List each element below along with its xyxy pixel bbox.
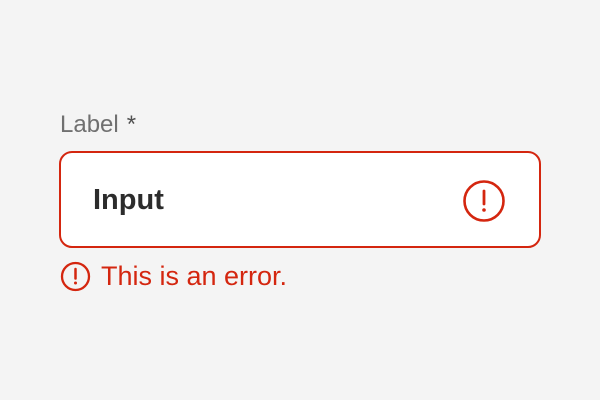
text-input[interactable]: Input [59, 151, 541, 248]
error-message-icon-graphic [60, 261, 91, 291]
error-circle-icon [60, 261, 91, 292]
error-message-row: This is an error. [60, 260, 287, 292]
error-circle-icon [462, 179, 506, 223]
error-circle-icon-graphic [463, 180, 505, 222]
field-label-text: Label [60, 111, 119, 138]
field-label: Label * [60, 110, 136, 140]
error-message: This is an error. [101, 261, 288, 291]
required-asterisk: * [126, 111, 137, 138]
input-value[interactable]: Input [93, 182, 164, 218]
